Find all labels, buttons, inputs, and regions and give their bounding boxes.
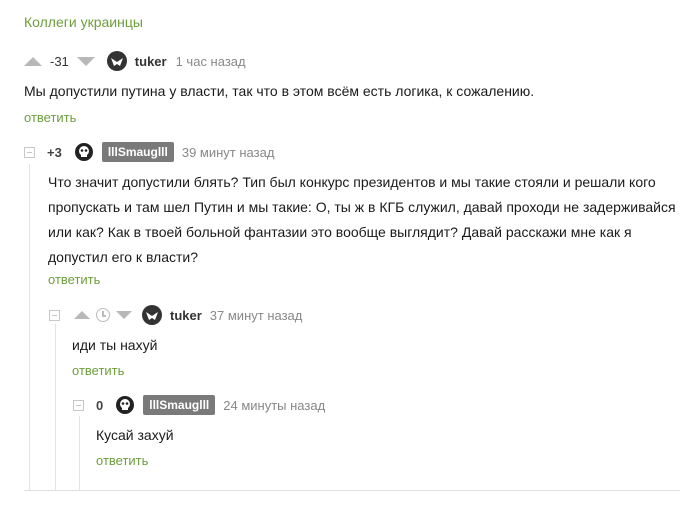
reply-link[interactable]: ответить [96, 453, 148, 468]
comment-time[interactable]: 37 минут назад [210, 308, 303, 323]
comment-rating: -31 [50, 53, 69, 69]
comment-author[interactable]: lllSmauglll [143, 395, 216, 415]
collapse-icon[interactable] [49, 309, 60, 321]
comment-text: иди ты нахуй [72, 337, 158, 353]
comment-time[interactable]: 24 минуты назад [223, 398, 325, 413]
comment-time[interactable]: 1 час назад [176, 54, 246, 69]
thread-line[interactable] [79, 416, 80, 490]
comment-2-header: +3 lllSmauglll 39 минут назад [24, 141, 274, 163]
avatar[interactable] [115, 395, 135, 415]
comment-text: Мы допустили путина у власти, так что в … [24, 83, 535, 99]
comment-author[interactable]: tuker [170, 308, 202, 323]
comment-text: Что значит допустили блять? Тип был конк… [48, 174, 676, 265]
avatar[interactable] [142, 305, 162, 325]
avatar[interactable] [74, 142, 94, 162]
reply-link[interactable]: ответить [24, 110, 76, 125]
comment-1-header: -31 tuker 1 час назад [24, 50, 246, 72]
comment-author[interactable]: tuker [135, 54, 167, 69]
comment-time[interactable]: 39 минут назад [182, 145, 275, 160]
comment-author[interactable]: lllSmauglll [101, 142, 174, 162]
comment-3-header: tuker 37 минут назад [49, 304, 302, 326]
arrow-up-icon[interactable] [74, 311, 90, 319]
comment-4-header: 0 lllSmauglll 24 минуты назад [73, 394, 325, 416]
divider [24, 490, 680, 491]
thread-line[interactable] [55, 324, 56, 490]
avatar[interactable] [106, 51, 127, 71]
reply-link[interactable]: ответить [72, 363, 124, 378]
reply-link[interactable]: ответить [48, 272, 100, 287]
collapse-icon[interactable] [73, 399, 84, 411]
comment-rating: 0 [96, 397, 104, 413]
arrow-down-icon[interactable] [116, 311, 132, 319]
collapse-icon[interactable] [24, 146, 35, 158]
thread-line[interactable] [29, 164, 30, 490]
comment-rating: +3 [47, 144, 62, 160]
story-title-link[interactable]: Коллеги украинцы [24, 14, 143, 30]
arrow-up-icon[interactable] [24, 56, 42, 66]
clock-icon [96, 308, 110, 322]
arrow-down-icon[interactable] [76, 56, 95, 66]
comment-text: Кусай захуй [96, 427, 174, 443]
